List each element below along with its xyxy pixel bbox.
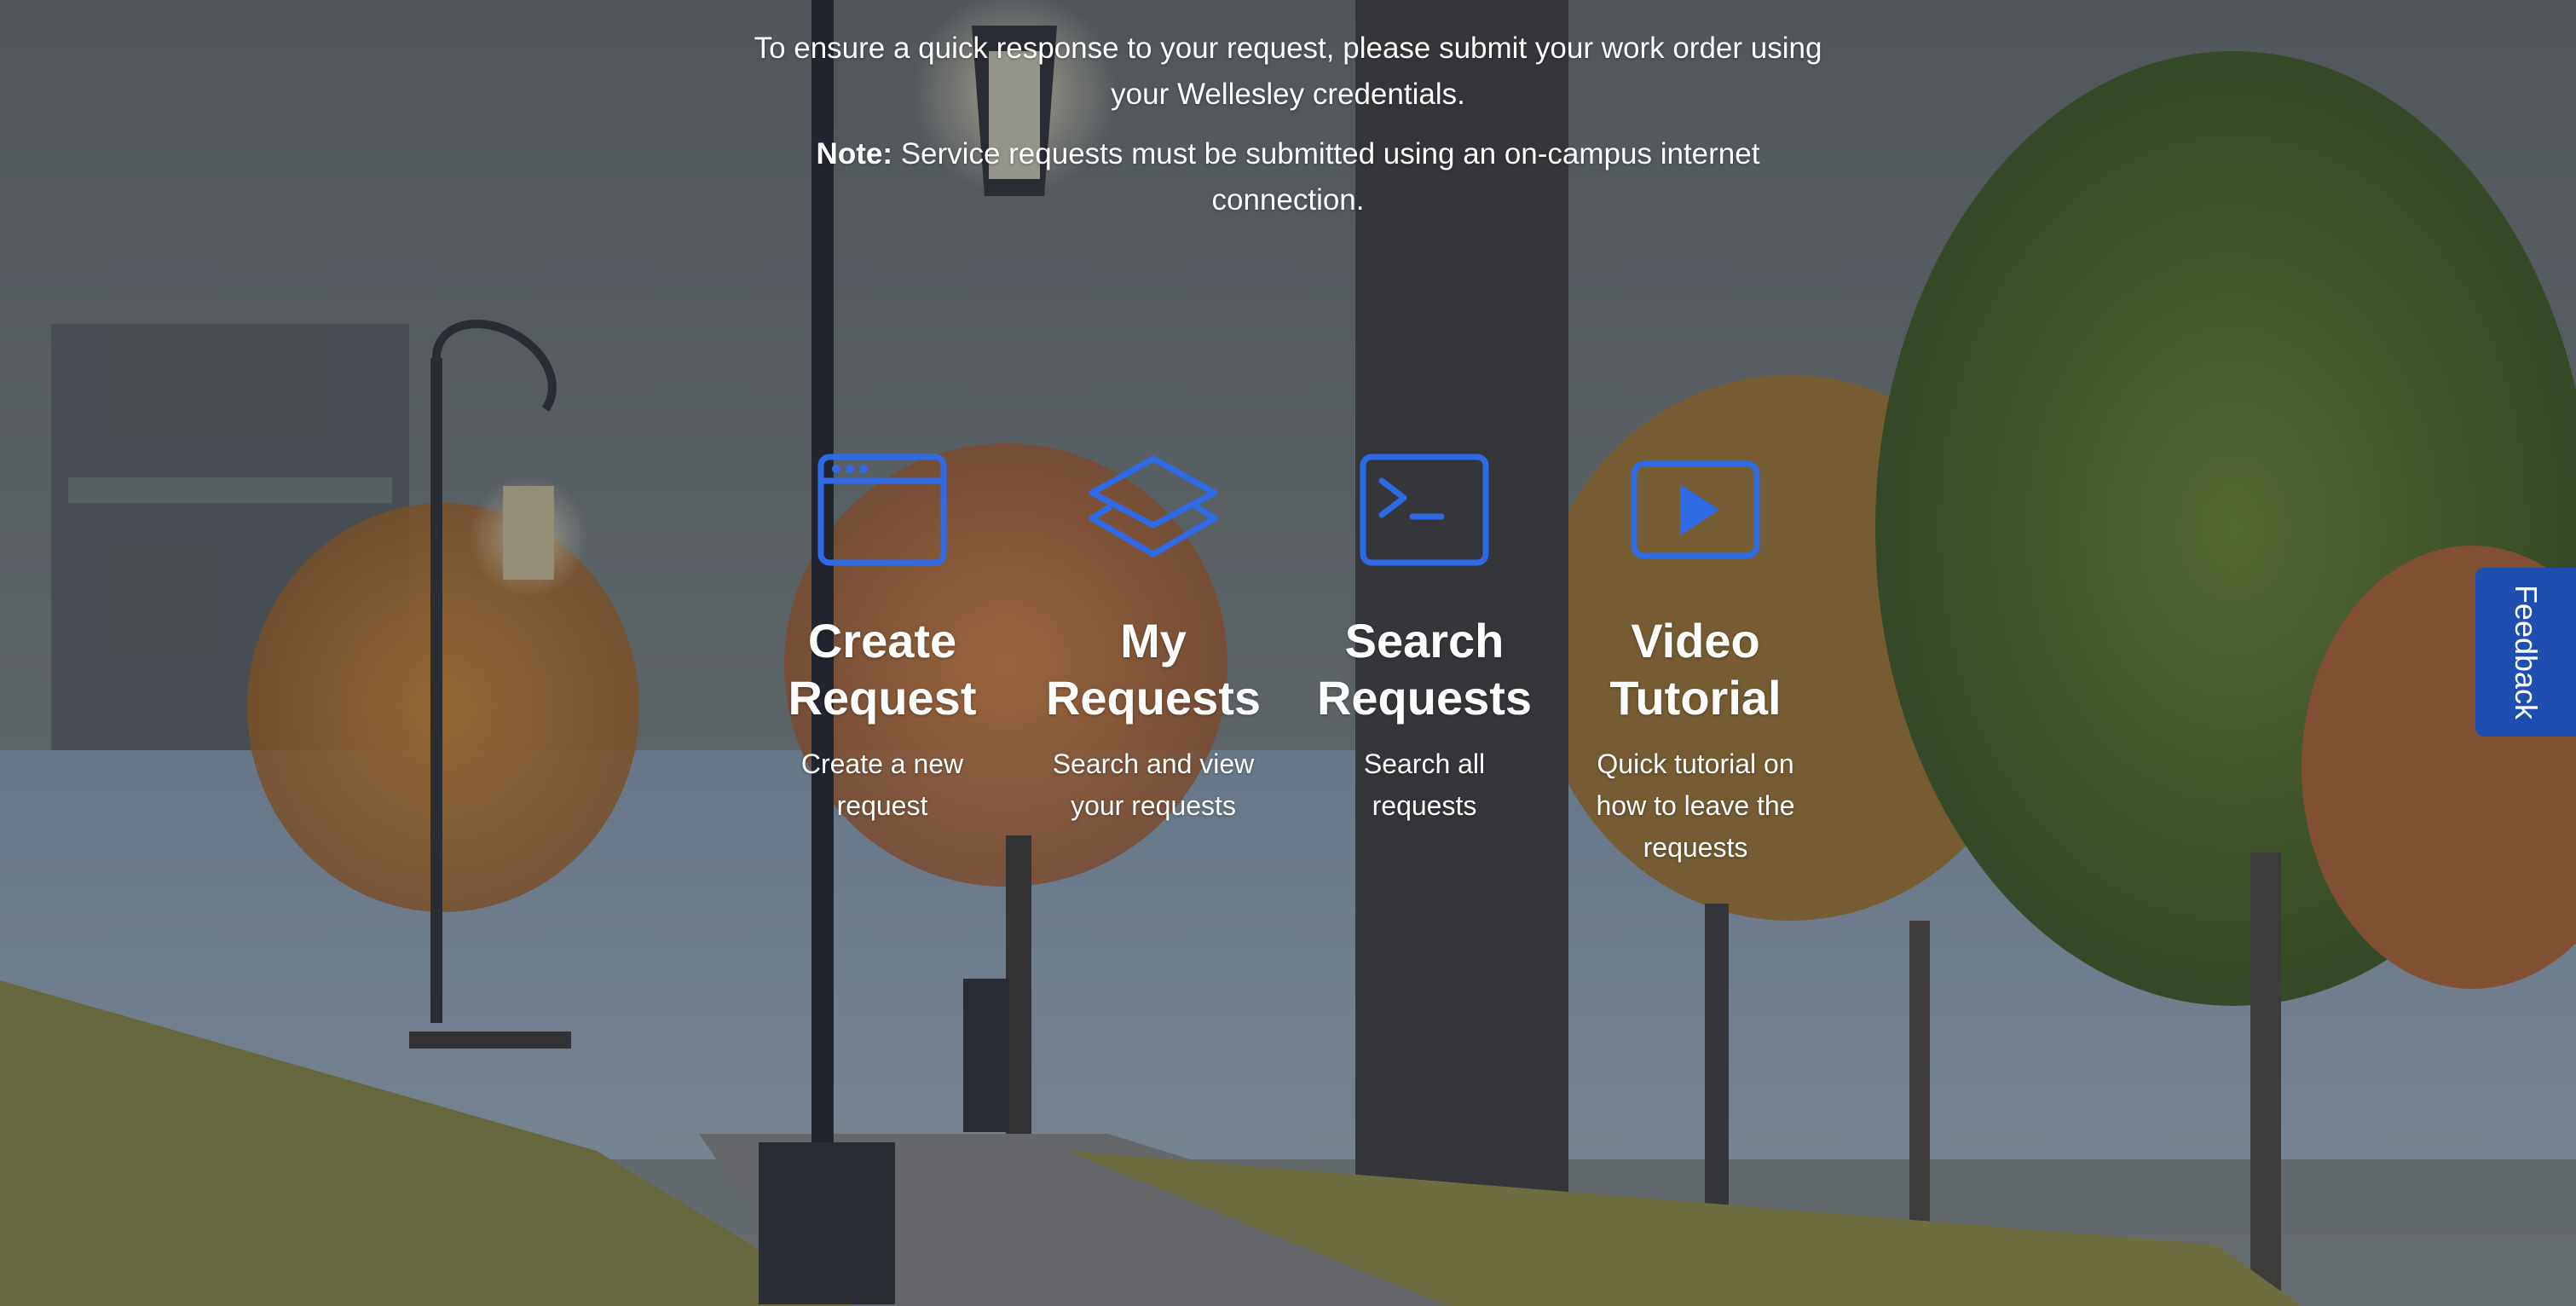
intro-note: Note: Service requests must be submitted…: [750, 131, 1826, 223]
request-options: Create Request Create a new request My R…: [0, 450, 2576, 893]
video-tutorial-title[interactable]: Video Tutorial: [1572, 612, 1819, 726]
create-request-title[interactable]: Create Request: [759, 612, 1006, 726]
create-request-description: Create a new request: [800, 748, 964, 821]
note-text: Service requests must be submitted using…: [892, 137, 1760, 217]
feedback-label: Feedback: [2509, 584, 2544, 720]
search-requests-title[interactable]: Search Requests: [1301, 612, 1548, 726]
video-tutorial-description: Quick tutorial on how to leave the reque…: [1596, 748, 1795, 863]
my-requests-title[interactable]: My Requests: [1030, 612, 1277, 726]
create-request-card[interactable]: Create Request Create a new request: [759, 450, 1006, 827]
page: To ensure a quick response to your reque…: [0, 0, 2576, 1306]
video-play-icon: [1627, 450, 1764, 569]
note-label: Note:: [816, 137, 892, 170]
my-requests-description: Search and view your requests: [1052, 748, 1255, 821]
browser-window-icon: [814, 450, 950, 569]
search-requests-card[interactable]: Search Requests Search all requests: [1301, 450, 1548, 827]
my-requests-card[interactable]: My Requests Search and view your request…: [1030, 450, 1277, 827]
video-tutorial-card[interactable]: Video Tutorial Quick tutorial on how to …: [1572, 450, 1819, 869]
intro-text: To ensure a quick response to your reque…: [750, 26, 1826, 223]
terminal-icon: [1356, 450, 1493, 569]
intro-message: To ensure a quick response to your reque…: [754, 32, 1822, 111]
feedback-tab[interactable]: Feedback: [2475, 568, 2576, 737]
layers-icon: [1085, 450, 1222, 569]
search-requests-description: Search all requests: [1363, 748, 1486, 821]
